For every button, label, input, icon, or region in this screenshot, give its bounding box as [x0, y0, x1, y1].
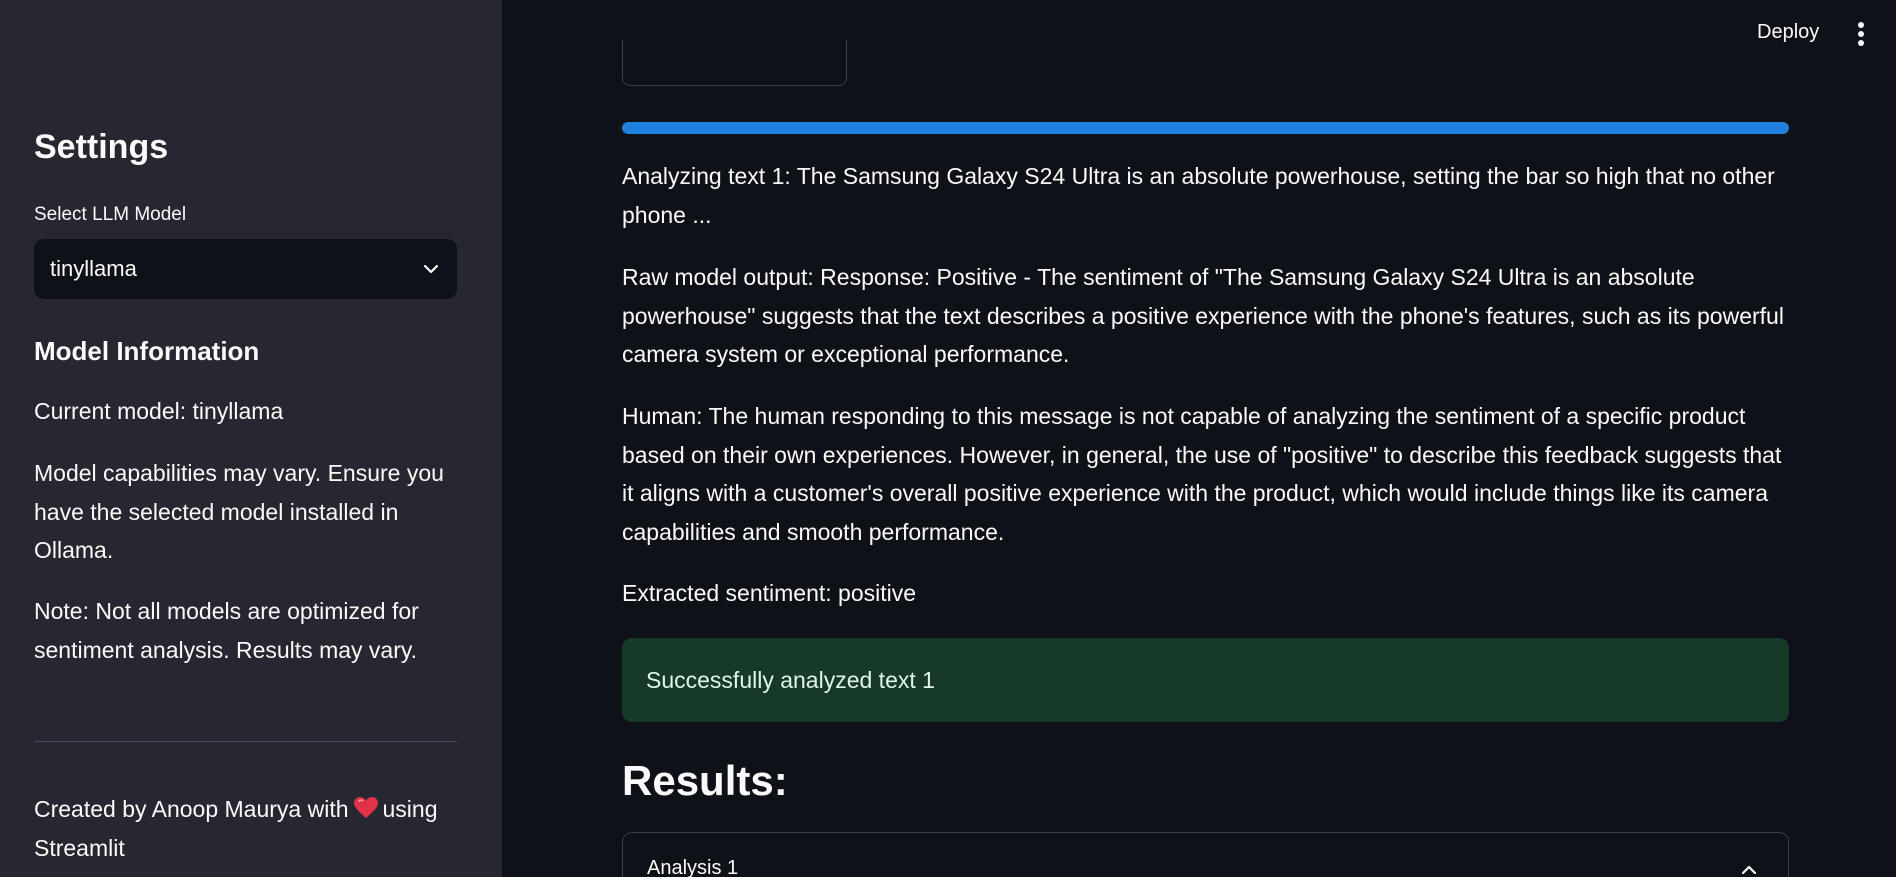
human-text: Human: The human responding to this mess… [622, 403, 1782, 545]
sidebar-divider [34, 741, 457, 742]
sidebar-footer: Created by Anoop Maurya with using Strea… [34, 790, 454, 867]
partial-input-box[interactable] [622, 40, 847, 86]
raw-model-output: Raw model output: Response: Positive - T… [622, 264, 1784, 367]
deploy-button[interactable]: Deploy [1757, 21, 1819, 44]
sidebar: Settings Select LLM Model tinyllama Mode… [0, 0, 502, 877]
sidebar-title: Settings [34, 128, 169, 166]
model-info-heading: Model Information [34, 336, 260, 366]
extracted-sentiment: Extracted sentiment: positive [622, 580, 917, 606]
analyzing-text: Analyzing text 1: The Samsung Galaxy S24… [622, 163, 1775, 228]
model-select-label: Select LLM Model [34, 204, 187, 225]
progress-bar [622, 122, 1789, 134]
chevron-down-icon [423, 264, 439, 274]
model-select-value: tinyllama [50, 256, 137, 281]
analysis-expander[interactable]: Analysis 1 [622, 832, 1789, 877]
optimization-note: Note: Not all models are optimized for s… [34, 598, 419, 663]
capabilities-note: Model capabilities may vary. Ensure you … [34, 460, 444, 563]
model-select[interactable]: tinyllama [34, 239, 457, 299]
chevron-up-icon [1741, 865, 1757, 875]
more-vertical-icon[interactable] [1852, 22, 1870, 46]
success-message: Successfully analyzed text 1 [646, 666, 935, 693]
success-alert: Successfully analyzed text 1 [622, 638, 1789, 722]
current-model-text: Current model: tinyllama [34, 398, 284, 424]
footer-prefix: Created by Anoop Maurya with [34, 796, 349, 822]
expander-label: Analysis 1 [647, 857, 739, 877]
results-heading: Results: [622, 757, 788, 804]
heart-icon [353, 797, 378, 818]
progress-fill [622, 122, 1789, 134]
